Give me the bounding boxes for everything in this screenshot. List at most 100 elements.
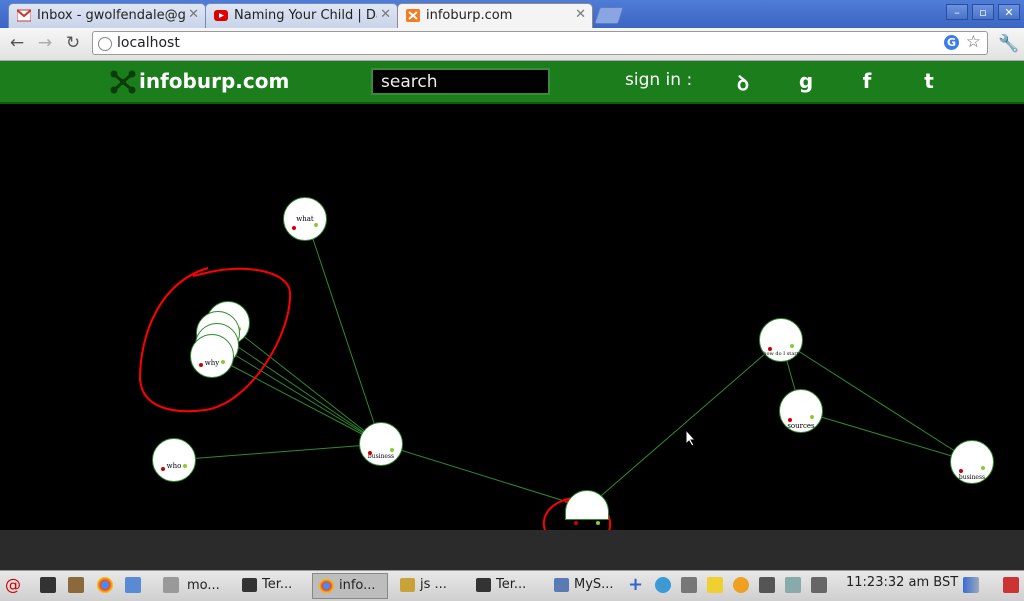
node-label: business <box>958 474 986 481</box>
taskbar-item: Ter... <box>496 577 527 592</box>
terminal-icon <box>242 578 257 592</box>
site-logo-text[interactable]: infoburp.com <box>139 69 289 93</box>
clock: 11:23:32 am BST <box>846 575 959 590</box>
edge <box>586 339 782 509</box>
tab-title: Naming Your Child | Dav <box>234 8 377 23</box>
graph-node[interactable]: how do I start <box>759 318 803 362</box>
network-icon[interactable] <box>655 577 671 593</box>
drive-icon[interactable] <box>785 577 801 593</box>
google-icon[interactable]: g <box>793 69 819 93</box>
wifi-signal-icon[interactable] <box>963 577 979 593</box>
taskbar-terminal-1[interactable]: Ter... <box>236 573 292 599</box>
reload-icon[interactable]: ↻ <box>63 33 83 53</box>
weather-icon[interactable] <box>733 577 749 593</box>
green-dot-icon[interactable] <box>221 360 225 364</box>
red-dot-icon[interactable] <box>574 521 578 525</box>
chrome-icon <box>319 579 334 593</box>
tab-infoburp[interactable]: infoburp.com ✕ <box>397 3 593 28</box>
node-label: who <box>166 462 182 470</box>
red-dot-icon[interactable] <box>161 467 165 471</box>
search-input[interactable] <box>371 68 550 95</box>
debian-menu-icon[interactable]: @ <box>5 577 21 593</box>
taskbar-chrome[interactable]: info... <box>312 573 388 599</box>
taskbar-js[interactable]: js ... <box>394 573 447 599</box>
youtube-icon <box>214 10 228 21</box>
green-dot-icon[interactable] <box>981 466 985 470</box>
back-icon[interactable]: ← <box>7 33 27 53</box>
bookmark-star-icon[interactable]: ☆ <box>966 32 981 52</box>
tab-gmail[interactable]: Inbox - gwolfendale@gr ✕ <box>8 3 206 28</box>
taskbar-mysql[interactable]: MyS... <box>548 573 614 599</box>
graph-node[interactable]: sources <box>779 389 823 433</box>
node-label: business <box>367 453 395 460</box>
node-label: how do I start <box>763 351 799 357</box>
tumblr-icon[interactable]: t <box>916 69 942 93</box>
window-icon[interactable] <box>163 577 179 593</box>
chrome-launcher-icon[interactable] <box>97 577 113 593</box>
red-dot-icon[interactable] <box>959 469 963 473</box>
tools-launcher-icon[interactable] <box>68 577 84 593</box>
green-dot-icon[interactable] <box>314 223 318 227</box>
mouse-cursor-icon <box>685 429 697 447</box>
notes-icon[interactable] <box>707 577 723 593</box>
taskbar-item: js ... <box>420 577 447 592</box>
globe-icon <box>98 37 112 51</box>
taskbar-item[interactable]: mo... <box>187 574 220 598</box>
add-icon[interactable]: + <box>628 576 644 594</box>
graph-canvas[interactable]: what when how where why who business how… <box>0 104 1024 530</box>
red-dot-icon[interactable] <box>199 363 203 367</box>
red-dot-icon[interactable] <box>788 418 792 422</box>
taskbar-item: MyS... <box>574 577 614 592</box>
screen-icon[interactable] <box>811 577 827 593</box>
gmail-icon <box>17 9 31 22</box>
plug-icon[interactable] <box>681 577 697 593</box>
graph-node[interactable]: what <box>283 197 327 241</box>
address-bar[interactable]: localhost G ☆ <box>92 31 988 55</box>
taskbar-terminal-2[interactable]: Ter... <box>470 573 526 599</box>
tab-close-icon[interactable]: ✕ <box>188 7 199 22</box>
green-dot-icon[interactable] <box>390 448 394 452</box>
new-tab-button[interactable] <box>594 7 624 24</box>
minimize-button[interactable]: – <box>946 4 968 20</box>
graph-node[interactable]: business <box>950 440 994 484</box>
green-dot-icon[interactable] <box>810 415 814 419</box>
facebook-icon[interactable]: f <box>854 69 880 93</box>
browser-toolbar: ← → ↻ localhost G ☆ <box>0 28 1024 61</box>
refresh-launcher-icon[interactable] <box>125 577 141 593</box>
delicious-icon[interactable]: ꝺ <box>730 69 756 96</box>
graph-node[interactable]: who <box>152 438 196 482</box>
tab-close-icon[interactable]: ✕ <box>575 7 586 22</box>
mysql-icon <box>554 578 569 592</box>
terminal-icon <box>476 578 491 592</box>
node-label: sources <box>787 422 815 430</box>
green-dot-icon[interactable] <box>183 464 187 468</box>
red-dot-icon[interactable] <box>768 347 772 351</box>
edge <box>800 410 973 463</box>
edge <box>216 343 382 445</box>
taskbar-item: Ter... <box>262 577 293 592</box>
green-dot-icon[interactable] <box>596 521 600 525</box>
google-search-icon[interactable]: G <box>944 35 959 50</box>
forward-icon[interactable]: → <box>35 33 55 53</box>
xampp-icon <box>406 9 420 22</box>
graph-node[interactable]: business <box>359 422 403 466</box>
red-dot-icon[interactable] <box>292 226 296 230</box>
node-label: why <box>204 359 220 367</box>
maximize-button[interactable]: ▫ <box>972 4 994 20</box>
green-dot-icon[interactable] <box>790 344 794 348</box>
wrench-menu-icon[interactable]: 🔧 <box>998 34 1019 54</box>
monitor-icon[interactable] <box>759 577 775 593</box>
terminal-launcher-icon[interactable] <box>40 577 56 593</box>
close-window-button[interactable]: ✕ <box>998 4 1020 20</box>
graph-node[interactable]: why <box>190 334 234 378</box>
edge <box>380 443 588 509</box>
site-header: infoburp.com sign in : ꝺ g f t <box>0 61 1024 104</box>
red-dot-icon[interactable] <box>368 451 372 455</box>
logout-icon[interactable] <box>1003 577 1019 593</box>
tab-title: Inbox - gwolfendale@gr <box>37 8 185 23</box>
tab-close-icon[interactable]: ✕ <box>380 7 391 22</box>
edge <box>227 323 382 445</box>
tab-youtube[interactable]: Naming Your Child | Dav ✕ <box>205 3 398 28</box>
tab-strip: Inbox - gwolfendale@gr ✕ Naming Your Chi… <box>0 0 1024 28</box>
url-text: localhost <box>117 35 180 51</box>
